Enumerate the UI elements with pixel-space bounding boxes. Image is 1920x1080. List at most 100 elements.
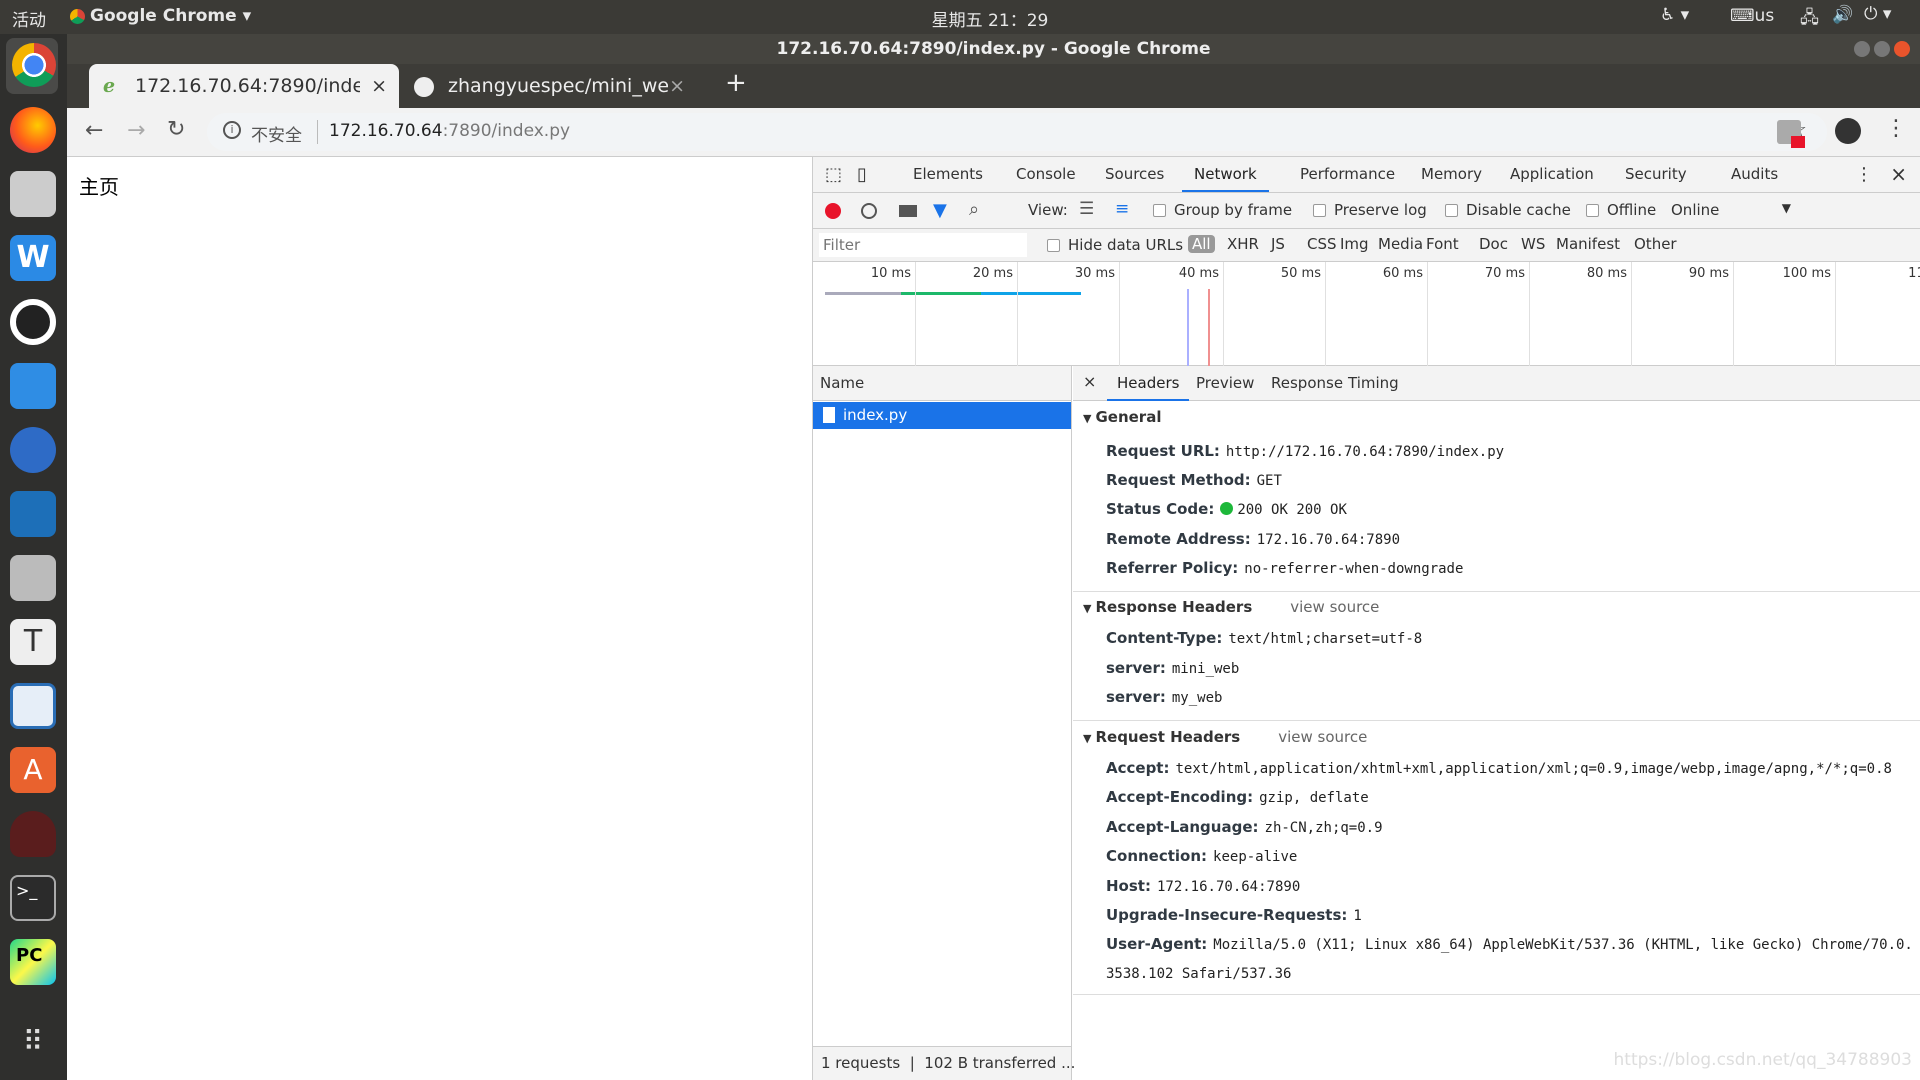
extension-icon[interactable] [1777,120,1805,148]
group-by-frame-checkbox[interactable]: Group by frame [1153,201,1292,219]
url-text[interactable]: 172.16.70.64:7890/index.py [329,121,570,141]
offline-checkbox[interactable]: Offline [1586,201,1656,219]
section-request_headers[interactable]: ▼ Request Headers view source [1083,728,1367,746]
wine-icon[interactable] [10,811,56,857]
omnibox[interactable]: i 不安全 172.16.70.64:7890/index.py ☆ [207,113,1827,151]
keyboard-indicator[interactable]: ⌨us [1730,6,1774,26]
tab-security[interactable]: Security [1625,157,1687,192]
detail-tab-preview[interactable]: Preview [1186,366,1264,401]
profile-avatar-icon[interactable] [1835,118,1861,144]
filter-type-doc[interactable]: Doc [1479,235,1508,253]
tab-index[interactable]: ℯ 172.16.70.64:7890/index.py × [89,64,399,108]
firefox-icon[interactable] [10,107,56,153]
power-icon[interactable]: ⏻ ▾ [1864,4,1891,24]
collapse-triangle-icon[interactable]: ▼ [1083,602,1091,615]
tab-application[interactable]: Application [1510,157,1594,192]
software-center-icon[interactable]: A [10,747,56,793]
device-toggle-icon[interactable]: ▯ [857,157,867,192]
throttling-select[interactable]: Online ▼ [1671,201,1791,219]
thunderbird-icon[interactable] [10,427,56,473]
timeline-overview[interactable]: 10 ms 20 ms 30 ms 40 ms 50 ms 60 ms 70 ms 80 ms… [813,262,1920,366]
tab-audits[interactable]: Audits [1731,157,1778,192]
reload-button[interactable]: ↻ [167,117,185,142]
tab-console[interactable]: Console [1016,157,1076,192]
camera-icon[interactable] [10,171,56,217]
disable-cache-checkbox[interactable]: Disable cache [1445,201,1571,219]
pycharm-icon[interactable]: PC [10,939,56,985]
request_headers-view-source[interactable]: view source [1278,728,1367,746]
tab-github[interactable]: zhangyuespec/mini_web × [402,64,697,108]
request-row[interactable]: index.py [813,402,1071,429]
preserve-log-checkbox[interactable]: Preserve log [1313,201,1427,219]
section-general[interactable]: ▼ General [1083,408,1161,426]
close-detail-icon[interactable]: × [1083,372,1096,391]
screenshot-camera-icon[interactable] [899,205,917,217]
filter-type-media[interactable]: Media [1378,235,1423,253]
filter-type-ws[interactable]: WS [1521,235,1545,253]
vscode-icon[interactable] [10,491,56,537]
maximize-button[interactable] [1874,41,1890,57]
chrome-menu-icon[interactable]: ⋮ [1885,116,1907,141]
qq-icon[interactable] [10,299,56,345]
baidu-netdisk-icon[interactable] [10,363,56,409]
tab-sources[interactable]: Sources [1105,157,1164,192]
filter-type-font[interactable]: Font [1426,235,1459,253]
network-icon[interactable]: 🖧 [1800,5,1819,34]
filter-type-other[interactable]: Other [1634,235,1677,253]
filter-type-js[interactable]: JS [1271,235,1285,253]
clear-icon[interactable] [861,203,877,219]
new-tab-button[interactable]: + [725,68,747,98]
clock[interactable]: 星期五 21：29 [930,6,1050,31]
wps-icon[interactable]: W [10,235,56,281]
filter-type-css[interactable]: CSS [1307,235,1337,253]
security-label[interactable]: 不安全 [251,121,302,146]
close-window-button[interactable] [1894,41,1910,57]
typora-icon[interactable]: T [10,619,56,665]
minimize-button[interactable] [1854,41,1870,57]
chrome-icon[interactable] [12,43,56,87]
filter-type-img[interactable]: Img [1340,235,1369,253]
writer-icon[interactable] [10,683,56,729]
filter-type-xhr[interactable]: XHR [1227,235,1259,253]
hide-data-urls-checkbox[interactable]: Hide data URLs [1047,236,1183,254]
devtools-menu-icon[interactable]: ⋮ [1855,157,1873,192]
header-value: Mozilla/5.0 (X11; Linux x86_64) AppleWeb… [1213,937,1913,953]
search-icon[interactable]: ⌕ [969,199,979,220]
files-icon[interactable] [10,555,56,601]
waterfall-view-icon[interactable]: ≡ [1115,199,1129,219]
terminal-icon[interactable]: >_ [10,875,56,921]
apps-grid-icon[interactable]: ⠿ [10,1019,56,1065]
section-response_headers[interactable]: ▼ Response Headers view source [1083,598,1379,616]
filter-icon[interactable]: ▼ [933,200,947,221]
collapse-triangle-icon[interactable]: ▼ [1083,732,1091,745]
inspect-element-icon[interactable]: ⬚ [825,157,842,192]
close-tab-icon[interactable]: × [371,64,387,108]
collapse-triangle-icon[interactable]: ▼ [1083,412,1091,425]
record-button[interactable] [825,203,841,219]
name-column-header[interactable]: Name [813,366,1071,401]
throttling-value: Online [1671,201,1720,219]
tab-network[interactable]: Network [1182,157,1269,192]
list-view-icon[interactable]: ☰ [1079,199,1094,219]
activities-button[interactable]: 活动 [12,6,46,31]
filter-type-manifest[interactable]: Manifest [1556,235,1620,253]
tab-performance[interactable]: Performance [1300,157,1395,192]
filter-input[interactable] [819,233,1027,257]
detail-tab-headers[interactable]: Headers [1107,366,1190,401]
response_headers-view-source[interactable]: view source [1290,598,1379,616]
volume-icon[interactable]: 🔊 [1832,5,1853,25]
detail-tab-timing[interactable]: Timing [1338,366,1409,401]
accessibility-icon[interactable]: ♿ ▾ [1660,5,1689,25]
forward-button[interactable]: → [127,118,145,143]
filter-type-all[interactable]: All [1188,235,1215,253]
network-toolbar: ▼ ⌕ View: ☰ ≡ Group by frame Preserve lo… [813,193,1920,229]
tab-elements[interactable]: Elements [913,157,983,192]
header-name: Status Code: [1106,500,1215,518]
close-devtools-icon[interactable]: × [1890,157,1907,192]
header-value: keep-alive [1213,849,1298,865]
tab-memory[interactable]: Memory [1421,157,1482,192]
close-tab-icon[interactable]: × [669,64,685,108]
info-icon[interactable]: i [223,121,241,139]
app-menu[interactable]: Google Chrome ▾ [90,6,251,26]
back-button[interactable]: ← [85,118,103,143]
